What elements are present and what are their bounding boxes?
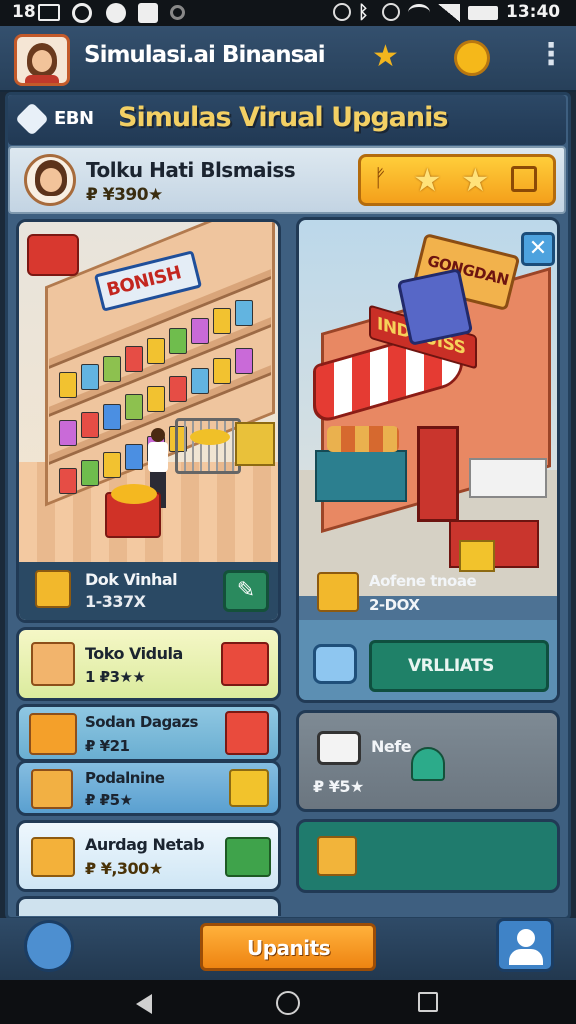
list-item-4[interactable]: Aurdag Netab ₽ ¥,300★: [16, 820, 281, 892]
gift-icon: [229, 769, 269, 807]
upgrade-button[interactable]: Upanits: [200, 923, 376, 971]
box-icon: [31, 642, 75, 686]
ticket-icon: [511, 166, 537, 192]
store-card[interactable]: BONISH Dok Vinhal 1-337X ✎: [16, 219, 281, 623]
list-item-2[interactable]: Sodan Dagazs ₽ ¥21: [16, 704, 281, 762]
star-icon: ★: [413, 161, 442, 199]
banner-badge: EBN: [54, 108, 94, 129]
battery-icon: [468, 6, 498, 20]
yellow-crate: [459, 540, 495, 572]
list-item-3[interactable]: Podalnine ₽ ₽5★: [16, 760, 281, 816]
whatsapp-icon: [72, 3, 92, 23]
chat-icon: [106, 3, 126, 23]
store-sub: 1-337X: [85, 592, 146, 611]
truck-icon: [313, 644, 357, 684]
bottom-bar: Upanits: [0, 918, 576, 980]
shop-card[interactable]: INDUUISS GONGDAN ✕ Aofene tnoae 2-DOX VR…: [296, 217, 560, 703]
home-icon[interactable]: [276, 991, 300, 1015]
status-left-text: 18: [12, 2, 36, 22]
delivery-card[interactable]: [296, 819, 560, 893]
shop-sub: 2-DOX: [369, 596, 420, 614]
rank-icon: ᚠ: [373, 164, 388, 192]
app-title: Simulasi.ai Binansai: [84, 42, 326, 68]
shop-door: [417, 426, 459, 522]
list-item-value: ₽ ¥21: [85, 737, 130, 755]
store-scene: BONISH: [19, 222, 278, 562]
produce-basket: [105, 484, 161, 538]
back-icon[interactable]: [136, 994, 152, 1014]
tools-icon[interactable]: [24, 920, 74, 972]
rating-panel[interactable]: ᚠ ★ ★: [358, 154, 556, 206]
star-icon[interactable]: ★: [372, 42, 399, 72]
cart-badge-icon: [27, 234, 79, 276]
store-box-icon: [35, 570, 71, 608]
shop-stall: [315, 450, 407, 502]
wifi-icon: [408, 4, 430, 21]
dot-icon: [170, 5, 185, 20]
shop-crate-icon: [396, 268, 474, 346]
play-icon: [138, 3, 158, 23]
more-options-icon[interactable]: ⋮: [536, 40, 566, 70]
recents-icon[interactable]: [418, 992, 438, 1012]
vehicle-card[interactable]: Nefe ₽ ¥5★: [296, 710, 560, 812]
status-bar: 18 ᛒ 13:40: [0, 0, 576, 26]
system-nav-bar: [0, 980, 576, 1024]
shop-name: Aofene tnoae: [369, 572, 477, 590]
gallery-icon: [38, 4, 60, 21]
van-icon: [317, 731, 361, 765]
store-name: Dok Vinhal: [85, 570, 178, 589]
bluetooth-icon: ᛒ: [358, 2, 369, 23]
signal-icon: [438, 4, 460, 22]
list-item-name: Podalnine: [85, 769, 165, 787]
clock: 13:40: [506, 2, 561, 22]
vehicle-name: Nefe: [371, 737, 412, 756]
cube-icon: [15, 102, 49, 136]
shopping-cart-icon: [175, 418, 241, 474]
alarm-icon: [333, 3, 351, 21]
fruit-cart-icon: [317, 836, 357, 876]
player-name: Tolku Hati Blsmaiss: [86, 158, 296, 182]
crates-icon: [29, 713, 77, 755]
store-footer: Dok Vinhal 1-337X ✎: [19, 562, 278, 620]
edit-button[interactable]: ✎: [223, 570, 269, 612]
list-item-value: 1 ₽3★★: [85, 668, 146, 686]
banner-row: EBN Simulas Virual Upganis: [8, 95, 566, 145]
banner-title: Simulas Virual Upganis: [118, 102, 448, 133]
cart-icon: [225, 711, 269, 755]
crate: [235, 422, 275, 466]
wifi-bell-icon: [411, 747, 445, 781]
star-icon: ★: [461, 161, 490, 199]
list-item-name: Sodan Dagazs: [85, 713, 198, 731]
app-logo[interactable]: [14, 34, 70, 86]
close-icon[interactable]: ✕: [521, 232, 555, 266]
shop-shelf: [469, 458, 547, 498]
shop-scene: INDUUISS GONGDAN ✕: [299, 220, 557, 596]
parcel-icon: [31, 837, 75, 877]
cart-icon: [317, 572, 359, 612]
vehicle-value: ₽ ¥5★: [313, 777, 364, 796]
list-item-name: Toko Vidula: [85, 644, 183, 663]
player-currency: ₽ ¥390★: [86, 185, 163, 205]
list-item-1[interactable]: Toko Vidula 1 ₽3★★: [16, 627, 281, 701]
list-item-name: Aurdag Netab: [85, 835, 205, 854]
gift-box-icon: [31, 769, 73, 809]
app-bar: Simulasi.ai Binansai ★ ⋮: [0, 26, 576, 92]
profile-row: Tolku Hati Blsmaiss ₽ ¥390★ ᚠ ★ ★: [8, 146, 566, 214]
cart-icon: [221, 642, 269, 686]
vibrate-icon: [382, 3, 400, 21]
shop-action-button[interactable]: VRLLIATS: [369, 640, 549, 692]
achievement-icon[interactable]: [454, 40, 490, 76]
cart-icon: [225, 837, 271, 877]
profile-icon[interactable]: [496, 918, 554, 972]
list-item-partial: [16, 896, 281, 916]
list-item-value: ₽ ¥,300★: [85, 859, 163, 878]
list-item-value: ₽ ₽5★: [85, 791, 133, 809]
player-avatar[interactable]: [24, 154, 76, 206]
